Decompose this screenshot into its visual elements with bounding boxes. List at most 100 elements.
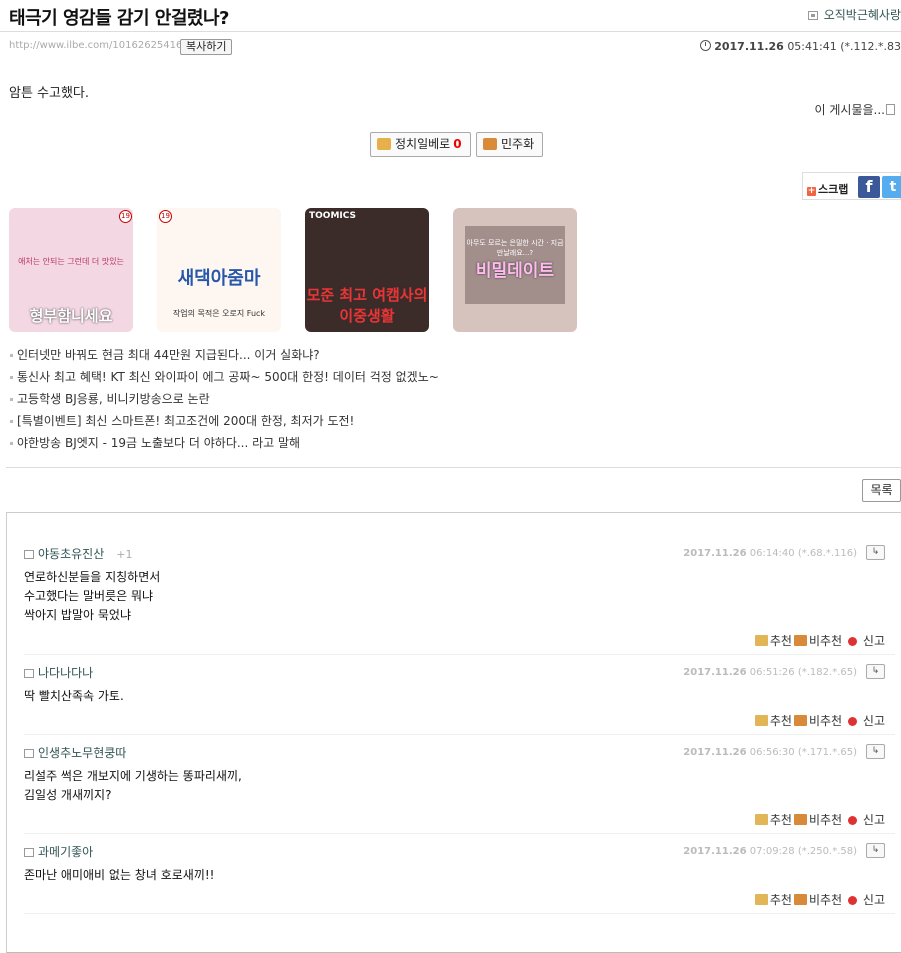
divider (6, 467, 901, 468)
comment-time: 07:09:28 (749, 846, 795, 857)
comment-author[interactable]: 나다나다나 (24, 664, 93, 681)
ad-subtitle: 애처는 안되는 그런데 더 맛있는 (18, 257, 124, 266)
recommend-button[interactable]: 추천 (754, 714, 792, 728)
comment-time: 06:56:30 (749, 747, 795, 758)
ad-title: 형부함니세요 (29, 307, 113, 325)
view-link-text[interactable]: 이 게시물을... (815, 103, 885, 117)
report-label: 신고 (862, 813, 885, 827)
comment-ip: (*.250.*.58) (797, 846, 857, 857)
reply-icon[interactable]: ↳ (866, 664, 885, 679)
user-icon (24, 848, 34, 857)
comment-date: 2017.11.26 (683, 846, 747, 857)
thumbs-down-icon (793, 894, 807, 905)
comment-author[interactable]: 인생추노무현쿵따 (24, 744, 126, 761)
report-label: 신고 (862, 893, 885, 907)
comment-actions: 추천 비추천 신고 (749, 891, 885, 908)
comment-nick[interactable]: 과메기좋아 (38, 845, 93, 859)
thumbs-up-icon (754, 814, 768, 825)
report-button[interactable]: 신고 (848, 634, 885, 648)
report-icon (848, 896, 858, 905)
upvote-count: 0 (453, 137, 462, 151)
reply-icon[interactable]: ↳ (866, 843, 885, 858)
user-icon (24, 550, 34, 559)
thumbs-up-icon (754, 715, 768, 726)
recommend-button[interactable]: 추천 (754, 813, 792, 827)
comment-divider (24, 833, 895, 834)
unrecommend-button[interactable]: 비추천 (793, 634, 843, 648)
reply-icon[interactable]: ↳ (866, 744, 885, 759)
copy-url-button[interactable]: 복사하기 (180, 39, 233, 55)
comment-actions: 추천 비추천 신고 (749, 712, 885, 729)
promo-link[interactable]: 인터넷만 바꿔도 현금 최대 44만원 지급된다... 이거 실화냐? (9, 344, 439, 366)
age-19-icon: 19 (119, 210, 132, 223)
unrecommend-button[interactable]: 비추천 (793, 714, 842, 728)
recommend-label: 추천 (769, 813, 792, 827)
report-button[interactable]: 신고 (848, 813, 885, 827)
clock-icon (700, 40, 712, 51)
recommend-button[interactable]: 추천 (754, 893, 792, 907)
scrap-button[interactable]: 스크랩 (807, 181, 848, 197)
promo-links: 인터넷만 바꿔도 현금 최대 44만원 지급된다... 이거 실화냐? 통신사 최… (9, 344, 439, 454)
recommend-button[interactable]: 추천 (754, 634, 792, 648)
comment-time: 06:51:26 (749, 667, 795, 678)
comment-line: 김일성 개새끼지? (24, 788, 112, 802)
expand-icon[interactable] (886, 104, 895, 115)
comment-text: 연로하신분들을 지칭하면서 수고했다는 말버릇은 뭐냐 싹아지 밥말아 묵었냐 (24, 568, 160, 625)
ad-thumbnail[interactable]: 19 작업의 목적은 오로지 Fuck 새댁아줌마 (157, 208, 281, 332)
post-author[interactable]: 오직박근혜사랑 (807, 6, 901, 23)
comment-nick[interactable]: 인생추노무현쿵따 (38, 746, 126, 760)
reply-icon[interactable]: ↳ (866, 545, 885, 560)
comment-actions: 추천 비추천 신고 (749, 632, 885, 649)
report-button[interactable]: 신고 (848, 714, 885, 728)
comment-line: 싹아지 밥말아 묵었냐 (24, 608, 131, 622)
comment-plus: +1 (116, 548, 133, 561)
thumbs-down-icon (793, 715, 807, 726)
promo-link[interactable]: 고등학생 BJ응룡, 비니키방송으로 논란 (9, 388, 439, 410)
downvote-button[interactable]: 민주화 (476, 132, 544, 157)
comment-author[interactable]: 야동초유진산 +1 (24, 545, 132, 562)
list-button[interactable]: 목록 (862, 479, 901, 502)
twitter-icon[interactable]: t (882, 176, 901, 198)
comment-line: 리설주 썩은 개보지에 기생하는 똥파리새끼, (24, 769, 242, 783)
thumbs-down-icon (793, 814, 807, 825)
comment-meta: 2017.11.26 06:51:26 (*.182.*.65) (683, 667, 857, 678)
ad-title: 비밀데이트 (475, 261, 555, 281)
recommend-label: 추천 (769, 714, 792, 728)
unrecommend-button[interactable]: 비추천 (793, 813, 843, 827)
unrecommend-label: 비추천 (808, 893, 843, 907)
unrecommend-label: 비추천 (808, 634, 843, 648)
upvote-button[interactable]: 정치일베로 0 (370, 132, 471, 157)
thumbs-up-icon (754, 635, 768, 646)
comment-date: 2017.11.26 (683, 548, 747, 559)
facebook-icon[interactable]: f (858, 176, 880, 198)
ad-thumbnail[interactable]: 아무도 모르는 은밀한 시간 · 지금 만날래요...? 비밀데이트 (453, 208, 577, 332)
report-icon (848, 816, 858, 825)
comment-actions: 추천 비추천 신고 (749, 811, 885, 828)
unrecommend-label: 비추천 (808, 813, 843, 827)
promo-link[interactable]: [특별이벤트] 최신 스마트폰! 최고조건에 200대 한정, 최저가 도전! (9, 410, 439, 432)
ad-thumbnail[interactable]: TOOMICS 모준 최고 여캠사의 이중생활 (305, 208, 429, 332)
post-date: 2017.11.26 05:41:41 (*.112.*.83 (700, 40, 901, 53)
share-box: 스크랩 f t (802, 172, 901, 200)
promo-link[interactable]: 통신사 최고 혜택! KT 최신 와이파이 에그 공짜~ 500대 한정! 데이… (9, 366, 439, 388)
ad-thumbnail[interactable]: 19 애처는 안되는 그런데 더 맛있는형부함니세요 (9, 208, 133, 332)
report-button[interactable]: 신고 (848, 893, 885, 907)
report-icon (848, 717, 858, 726)
comment-line: 연로하신분들을 지칭하면서 (24, 570, 161, 584)
post-date-value: 2017.11.26 (714, 40, 784, 53)
comment-divider (24, 734, 895, 735)
recommend-label: 추천 (769, 893, 792, 907)
comment-ip: (*.171.*.65) (797, 747, 857, 758)
comment-author[interactable]: 과메기좋아 (24, 843, 93, 860)
promo-link[interactable]: 야한방송 BJ엣지 - 19금 노출보다 더 야하다... 라고 말해 (9, 432, 439, 454)
comment-nick[interactable]: 야동초유진산 (38, 547, 104, 561)
thumbs-down-icon (793, 635, 807, 646)
downvote-label: 민주화 (501, 137, 535, 151)
author-name[interactable]: 오직박근혜사랑 (824, 8, 901, 22)
unrecommend-button[interactable]: 비추천 (793, 893, 843, 907)
age-19-icon: 19 (159, 210, 172, 223)
post-view-link[interactable]: 이 게시물을... (815, 101, 895, 118)
comment-nick[interactable]: 나다나다나 (38, 666, 93, 680)
comment-text: 존마난 애미애비 없는 창녀 호로새끼!! (24, 866, 214, 885)
post-time: 05:41:41 (787, 40, 837, 53)
